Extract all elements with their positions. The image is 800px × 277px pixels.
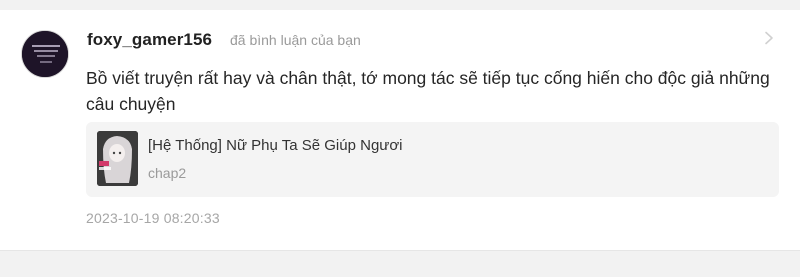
story-chapter: chap2 — [148, 165, 187, 181]
comment-text: Bồ viết truyện rất hay và chân thật, tớ … — [86, 68, 770, 114]
story-cover-image[interactable] — [97, 131, 138, 186]
chevron-right-icon[interactable] — [762, 31, 776, 45]
comment-timestamp: 2023-10-19 08:20:33 — [86, 210, 220, 226]
divider — [0, 250, 800, 251]
story-card[interactable]: [Hệ Thống] Nữ Phụ Ta Sẽ Giúp Ngươi chap2 — [86, 122, 779, 197]
notification-card[interactable]: foxy_gamer156 đã bình luận của bạn Bồ vi… — [0, 10, 800, 250]
comment-username[interactable]: foxy_gamer156 — [87, 30, 212, 50]
comment-action-text: đã bình luận của bạn — [230, 32, 361, 48]
story-title[interactable]: [Hệ Thống] Nữ Phụ Ta Sẽ Giúp Ngươi — [148, 137, 403, 154]
user-avatar[interactable] — [21, 30, 69, 78]
